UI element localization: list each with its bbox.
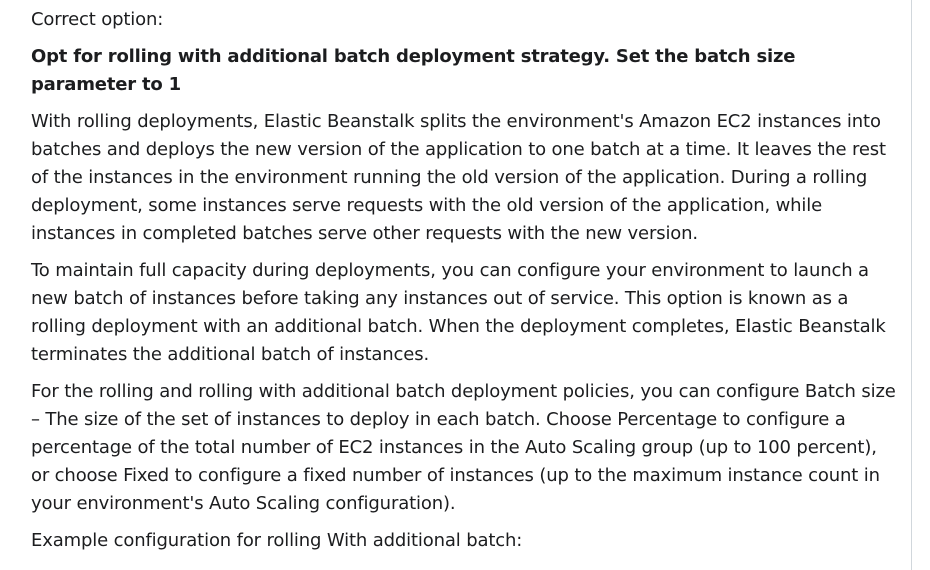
correct-option-label: Correct option: — [31, 9, 164, 30]
explanation-content: Correct option: Opt for rolling with add… — [31, 6, 899, 564]
explanation-paragraph-batch-size: For the rolling and rolling with additio… — [31, 381, 896, 514]
scrollbar-track[interactable] — [911, 0, 930, 570]
correct-answer-text: Opt for rolling with additional batch de… — [31, 46, 796, 95]
explanation-paragraph-additional-batch: To maintain full capacity during deploym… — [31, 260, 886, 365]
explanation-paragraph-example: Example configuration for rolling With a… — [31, 530, 523, 551]
explanation-page: Correct option: Opt for rolling with add… — [0, 0, 930, 570]
explanation-paragraph-rolling: With rolling deployments, Elastic Beanst… — [31, 111, 886, 244]
